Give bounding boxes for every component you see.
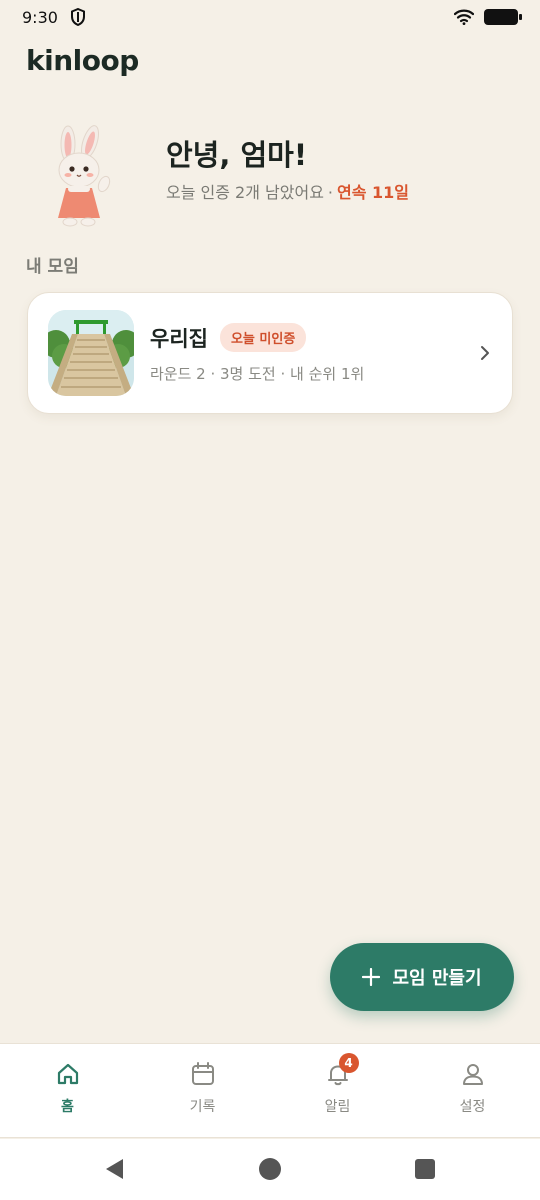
status-time: 9:30 [22,7,58,27]
nav-item-home[interactable]: 홈 [0,1044,135,1137]
nav-label-settings: 설정 [459,1099,486,1115]
bunny-mascot [58,125,111,227]
streak-text: 연속 11일 [337,183,410,202]
nav-item-notifications[interactable]: 4 알림 [270,1044,405,1137]
recents-icon[interactable] [414,1158,436,1180]
remaining-tasks-text: 오늘 인증 2개 남았어요 [166,183,324,202]
nav-label-records: 기록 [189,1099,216,1115]
nav-label-notifications: 알림 [324,1099,351,1115]
status-right [454,9,522,25]
home-circle-icon[interactable] [258,1157,282,1181]
section-title-my-groups: 내 모임 [26,257,79,277]
group-info: 우리집 오늘 미인증 라운드 2 · 3명 도전 · 내 순위 1위 [150,323,364,384]
person-icon [462,1064,483,1085]
plus-icon [362,968,381,986]
group-header: 우리집 오늘 미인증 [150,323,364,353]
group-meta: 라운드 2 · 3명 도전 · 내 순위 1위 [150,364,365,383]
calendar-icon [191,1062,214,1085]
nav-item-records[interactable]: 기록 [135,1044,270,1137]
create-group-label: 모임 만들기 [392,968,482,989]
nav-item-settings[interactable]: 설정 [405,1044,540,1137]
notification-count-badge: 4 [338,1053,359,1073]
group-card[interactable]: 우리집 오늘 미인증 라운드 2 · 3명 도전 · 내 순위 1위 [27,292,513,414]
wifi-icon [454,9,474,25]
shield-icon [70,8,85,26]
app-logo: kinloop [26,44,139,77]
stairs-image [48,310,134,396]
battery-icon [484,9,522,25]
nav-label-home: 홈 [61,1099,74,1115]
home-icon [57,1063,78,1085]
status-bar: 9:30 [0,0,540,34]
bottom-nav: 홈 기록 4 알림 설정 [0,1043,540,1138]
separator: · [327,183,334,202]
greeting-title: 안녕, 엄마! [166,138,308,172]
status-badge: 오늘 미인증 [219,323,307,352]
system-nav-bar [0,1139,540,1200]
greeting-subtitle: 오늘 인증 2개 남았어요 · 연속 11일 [166,179,409,203]
create-group-button[interactable]: 모임 만들기 [330,943,514,1011]
group-name: 우리집 [150,326,208,351]
chevron-right-icon [481,346,489,360]
back-icon[interactable] [103,1157,125,1181]
